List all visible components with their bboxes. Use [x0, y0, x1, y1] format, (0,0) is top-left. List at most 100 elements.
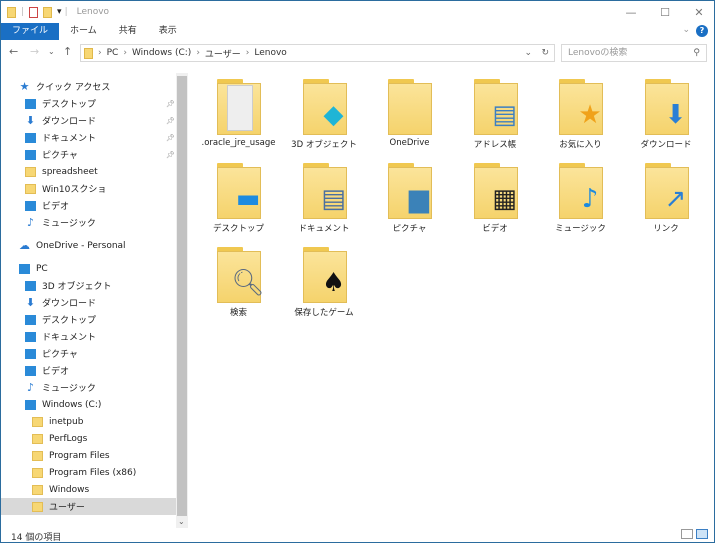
tab-view[interactable]: 表示: [148, 23, 188, 40]
details-view-button[interactable]: [681, 529, 693, 539]
pin-icon[interactable]: 📌︎: [166, 151, 175, 159]
folder-item[interactable]: OneDrive: [367, 76, 452, 156]
address-bar[interactable]: › PC › Windows (C:) › ユーザー › Lenovo ⌄ ↻: [80, 44, 555, 62]
link-arrow-icon: ↗: [664, 184, 687, 214]
sidebar-item-label: Windows: [49, 484, 90, 495]
pin-icon[interactable]: 📌︎: [166, 100, 175, 108]
sidebar-item[interactable]: ビデオ: [1, 197, 176, 214]
folder-item[interactable]: ◆ 3D オブジェクト: [282, 76, 367, 156]
close-button[interactable]: ✕: [682, 1, 715, 23]
folder-item[interactable]: ▆ ピクチャ: [367, 160, 452, 240]
sidebar-item[interactable]: PerfLogs: [1, 430, 176, 447]
sidebar-item[interactable]: spreadsheet: [1, 163, 176, 180]
folder-icon: ▦: [473, 163, 518, 219]
search-input[interactable]: Lenovoの検索 ⚲: [561, 44, 707, 62]
sidebar-item[interactable]: デスクトップ: [1, 311, 176, 328]
folder-item-label: ピクチャ: [392, 224, 427, 234]
folder-icon: [84, 47, 93, 59]
breadcrumb-separator: ›: [98, 48, 102, 58]
maximize-button[interactable]: ☐: [648, 1, 682, 23]
sidebar-item[interactable]: 3D オブジェクト: [1, 277, 176, 294]
sidebar-item[interactable]: Win10スクショ: [1, 180, 176, 197]
folder-item[interactable]: .oracle_jre_usage: [196, 76, 281, 156]
sidebar-item[interactable]: inetpub: [1, 413, 176, 430]
up-button[interactable]: ↑: [63, 45, 72, 58]
music-icon: ♪: [26, 215, 35, 229]
folder-icon: [32, 450, 43, 461]
help-icon[interactable]: ?: [696, 25, 708, 37]
sidebar-item[interactable]: ☁ OneDrive - Personal: [1, 237, 176, 254]
scrollbar-thumb[interactable]: [177, 76, 187, 516]
sidebar-item[interactable]: ⬇ ダウンロード: [1, 294, 176, 311]
forward-button[interactable]: →: [30, 45, 39, 58]
sidebar-item[interactable]: ⬇ ダウンロード 📌︎: [1, 112, 176, 129]
breadcrumb-lenovo[interactable]: Lenovo: [254, 48, 286, 58]
breadcrumb-pc[interactable]: PC: [107, 48, 119, 58]
sidebar-item[interactable]: ピクチャ: [1, 345, 176, 362]
large-icons-view-button[interactable]: [696, 529, 708, 539]
address-dropdown-button[interactable]: ⌄: [524, 48, 532, 58]
tab-home[interactable]: ホーム: [59, 23, 108, 40]
breadcrumb-windows-c[interactable]: Windows (C:): [132, 48, 191, 58]
recent-locations-button[interactable]: ⌄: [48, 47, 55, 56]
tab-file[interactable]: ファイル: [1, 23, 60, 40]
folder-item[interactable]: ▬ デスクトップ: [196, 160, 281, 240]
folder-item[interactable]: ★ お気に入り: [538, 76, 623, 156]
refresh-button[interactable]: ↻: [541, 48, 549, 58]
sidebar-item[interactable]: ♪ ミュージック: [1, 214, 176, 231]
folder-item[interactable]: ♪ ミュージック: [538, 160, 623, 240]
sidebar-item[interactable]: ドキュメント: [1, 328, 176, 345]
folder-item[interactable]: ▦ ビデオ: [453, 160, 538, 240]
navigation-bar: ← → ⌄ ↑ › PC › Windows (C:) › ユーザー › Len…: [1, 43, 715, 63]
folder-item[interactable]: ↗ リンク: [624, 160, 709, 240]
music-note-icon: ♪: [581, 184, 599, 214]
pin-icon[interactable]: 📌︎: [166, 117, 175, 125]
pictures-icon: [25, 348, 36, 359]
ribbon-tabs: ファイル ホーム 共有 表示 ⌄ ?: [1, 23, 715, 40]
sidebar-item[interactable]: ユーザー: [1, 498, 176, 515]
sidebar-item[interactable]: Program Files (x86): [1, 464, 176, 481]
new-folder-icon[interactable]: [43, 6, 53, 18]
folder-item[interactable]: ▤ アドレス帳: [453, 76, 538, 156]
sidebar-item[interactable]: デスクトップ 📌︎: [1, 95, 176, 112]
sidebar-item-label: OneDrive - Personal: [36, 240, 126, 251]
file-folder-icon: [227, 85, 253, 131]
sidebar-item-label: PC: [36, 263, 48, 274]
sidebar-item[interactable]: Windows (C:): [1, 396, 176, 413]
folder-item-label: OneDrive: [389, 138, 430, 148]
sidebar-item[interactable]: ★ クイック アクセス: [1, 78, 176, 95]
folder-item-label: お気に入り: [559, 140, 602, 150]
sidebar-item[interactable]: Program Files: [1, 447, 176, 464]
folder-icon: ★: [559, 79, 603, 135]
folder-icon: ▤: [302, 163, 347, 219]
back-button[interactable]: ←: [9, 45, 18, 58]
folder-item[interactable]: ♠ 保存したゲーム: [282, 244, 367, 324]
folder-icon: [32, 416, 43, 427]
sidebar-item[interactable]: ピクチャ 📌︎: [1, 146, 176, 163]
download-icon: ⬇: [664, 100, 687, 130]
folder-item[interactable]: ⬇ ダウンロード: [624, 76, 709, 156]
minimize-button[interactable]: —: [614, 1, 648, 23]
document-icon: ▤: [321, 184, 346, 214]
sidebar-item[interactable]: PC: [1, 260, 176, 277]
sidebar-item[interactable]: ♪ ミュージック: [1, 379, 176, 396]
sidebar-scrollbar[interactable]: ⌄: [176, 73, 188, 528]
sidebar-item[interactable]: ドキュメント 📌︎: [1, 129, 176, 146]
properties-icon[interactable]: [29, 6, 39, 18]
sidebar-item-label: ダウンロード: [42, 299, 97, 309]
folder-item[interactable]: 🔍︎ 検索: [196, 244, 281, 324]
customize-toolbar-icon[interactable]: ▾: [57, 7, 62, 17]
sidebar-item[interactable]: Windows: [1, 481, 176, 498]
sidebar-item-label: ユーザー: [49, 503, 85, 513]
star-icon: ★: [578, 100, 602, 130]
drive-icon: [25, 399, 36, 410]
breadcrumb-users[interactable]: ユーザー: [205, 47, 241, 60]
pin-icon[interactable]: 📌︎: [166, 134, 175, 142]
sidebar-item[interactable]: ビデオ: [1, 362, 176, 379]
tab-share[interactable]: 共有: [108, 23, 148, 40]
folder-item[interactable]: ▤ ドキュメント: [282, 160, 367, 240]
sidebar-item-label: Win10スクショ: [42, 185, 107, 195]
folder-icon: ▆: [388, 163, 432, 219]
expand-ribbon-icon[interactable]: ⌄: [682, 25, 690, 35]
scroll-down-button[interactable]: ⌄: [178, 517, 185, 526]
